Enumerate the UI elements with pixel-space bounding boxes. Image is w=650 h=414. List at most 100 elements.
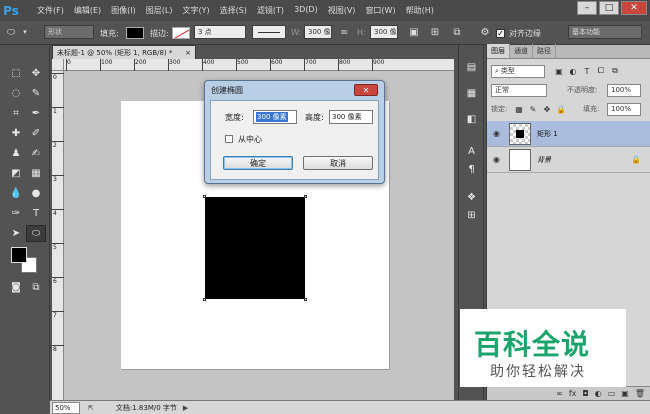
ellipse-tool-icon[interactable]: ⬭	[26, 225, 46, 242]
menu-layer[interactable]: 图层(L)	[141, 5, 178, 16]
stroke-type-select[interactable]	[252, 25, 286, 39]
foreground-color-swatch[interactable]	[11, 247, 27, 263]
vertical-ruler[interactable]: 0 1 2 3 4 5 6 7 8	[52, 71, 64, 400]
blend-mode-select[interactable]: 正常	[491, 83, 547, 97]
move-tool-icon[interactable]: ✥	[26, 65, 46, 82]
zoom-input[interactable]: 50%	[52, 401, 80, 414]
close-button[interactable]: ✕	[621, 1, 647, 15]
lock-pixels-icon[interactable]: ✎	[527, 103, 539, 115]
lock-position-icon[interactable]: ✥	[541, 103, 553, 115]
lock-all-icon[interactable]: 🔒	[555, 103, 567, 115]
fill-input[interactable]: 100%	[607, 102, 641, 116]
lock-transparent-icon[interactable]: ▦	[513, 103, 525, 115]
layer-style-icon[interactable]: fx	[569, 389, 577, 398]
path-selection-tool-icon[interactable]: ➤	[6, 225, 26, 242]
layer-row[interactable]: ◉ 背景 🔒	[487, 147, 650, 173]
tool-mode-select[interactable]: 形状	[44, 25, 94, 39]
maximize-button[interactable]: □	[599, 1, 619, 15]
smart-object-filter-icon[interactable]: ⧉	[609, 65, 621, 77]
path-alignment-icon[interactable]: ⊞	[428, 25, 442, 39]
horizontal-ruler[interactable]: 0 100 200 300 400 500 600 700 800 900	[64, 59, 454, 71]
ok-button[interactable]: 确定	[223, 156, 293, 170]
minimize-button[interactable]: –	[577, 1, 597, 15]
ellipse-tool-preset-icon[interactable]: ⬭	[4, 25, 18, 39]
opacity-input[interactable]: 100%	[607, 83, 641, 97]
height-input[interactable]: 300 像	[370, 25, 398, 39]
new-layer-icon[interactable]: ▣	[621, 389, 629, 398]
character-panel-icon[interactable]: A	[463, 143, 480, 159]
width-input[interactable]: 300 像	[304, 25, 332, 39]
from-center-checkbox[interactable]	[225, 135, 233, 143]
adjustment-filter-icon[interactable]: ◐	[567, 65, 579, 77]
menu-window[interactable]: 窗口(W)	[360, 5, 400, 16]
new-group-icon[interactable]: ▭	[608, 389, 616, 398]
quick-mask-icon[interactable]: ◙	[6, 279, 26, 296]
delete-layer-icon[interactable]: 🗑	[635, 389, 645, 398]
pen-tool-icon[interactable]: ✑	[6, 205, 26, 222]
workspace-select[interactable]: 基本功能	[568, 25, 642, 39]
history-brush-tool-icon[interactable]: ✍	[26, 145, 46, 162]
link-layers-icon[interactable]: ∞	[556, 389, 563, 398]
cancel-button[interactable]: 取消	[303, 156, 373, 170]
screen-mode-icon[interactable]: ⧉	[26, 279, 46, 296]
menu-select[interactable]: 选择(S)	[215, 5, 252, 16]
eyedropper-tool-icon[interactable]: ✒	[26, 105, 46, 122]
healing-brush-tool-icon[interactable]: ✚	[6, 125, 26, 142]
status-menu-arrow[interactable]: ▶	[183, 404, 188, 412]
tab-channels[interactable]: 通道	[510, 44, 533, 58]
eye-icon[interactable]: ◉	[493, 129, 503, 138]
transform-handle[interactable]	[304, 195, 307, 198]
pixel-filter-icon[interactable]: ▣	[553, 65, 565, 77]
shape-filter-icon[interactable]: ⧠	[595, 65, 607, 77]
path-operations-icon[interactable]: ▣	[407, 25, 421, 39]
crop-tool-icon[interactable]: ⌗	[6, 105, 26, 122]
paragraph-panel-icon[interactable]: ¶	[463, 161, 480, 177]
history-panel-icon[interactable]: ▤	[463, 59, 480, 75]
menu-filter[interactable]: 滤镜(T)	[252, 5, 289, 16]
menu-view[interactable]: 视图(V)	[323, 5, 361, 16]
export-icon[interactable]: ⇱	[88, 404, 94, 412]
type-filter-icon[interactable]: T	[581, 65, 593, 77]
gradient-tool-icon[interactable]: ▦	[26, 165, 46, 182]
fill-color-swatch[interactable]	[126, 27, 144, 39]
menu-type[interactable]: 文字(Y)	[177, 5, 214, 16]
grid-panel-icon[interactable]: ⊞	[463, 207, 480, 223]
adjustment-layer-icon[interactable]: ◐	[595, 389, 602, 398]
height-field[interactable]: 300 像素	[329, 110, 373, 124]
transform-handle[interactable]	[203, 195, 206, 198]
menu-3d[interactable]: 3D(D)	[289, 5, 323, 16]
marquee-tool-icon[interactable]: ⬚	[6, 65, 26, 82]
transform-handle[interactable]	[203, 298, 206, 301]
close-tab-icon[interactable]: ×	[185, 49, 195, 57]
type-tool-icon[interactable]: T	[26, 205, 46, 222]
ruler-origin[interactable]	[52, 59, 64, 71]
layer-filter-select[interactable]: ⌕ 类型	[491, 64, 545, 78]
path-arrangement-icon[interactable]: ⧉	[450, 25, 464, 39]
dialog-close-button[interactable]: ✕	[354, 84, 378, 96]
gear-icon[interactable]: ⚙	[478, 25, 492, 39]
swatches-panel-icon[interactable]: ▦	[463, 85, 480, 101]
menu-file[interactable]: 文件(F)	[32, 5, 69, 16]
dodge-tool-icon[interactable]: ●	[26, 185, 46, 202]
eye-icon[interactable]: ◉	[493, 155, 503, 164]
align-edges-checkbox[interactable]: ✓	[496, 29, 505, 38]
brush-tool-icon[interactable]: ✐	[26, 125, 46, 142]
menu-edit[interactable]: 编辑(E)	[69, 5, 106, 16]
quick-select-tool-icon[interactable]: ✎	[26, 85, 46, 102]
clone-stamp-tool-icon[interactable]: ♟	[6, 145, 26, 162]
rectangle-shape[interactable]	[203, 195, 307, 301]
link-icon[interactable]: ∞	[337, 25, 351, 39]
blur-tool-icon[interactable]: 💧	[6, 185, 26, 202]
layer-row[interactable]: ◉ 矩形 1	[487, 121, 650, 147]
adjustments-panel-icon[interactable]: ◧	[463, 111, 480, 127]
stroke-color-swatch[interactable]	[172, 27, 190, 39]
tab-paths[interactable]: 路径	[533, 44, 556, 58]
transform-handle[interactable]	[304, 298, 307, 301]
document-tab[interactable]: 未标题-1 @ 50% (矩形 1, RGB/8) * ×	[52, 45, 196, 59]
3d-panel-icon[interactable]: ❖	[463, 189, 480, 205]
layer-mask-icon[interactable]: ◘	[582, 389, 588, 398]
width-field[interactable]: 300 像素	[253, 110, 297, 124]
menu-help[interactable]: 帮助(H)	[401, 5, 439, 16]
tab-layers[interactable]: 图层	[487, 44, 510, 58]
eraser-tool-icon[interactable]: ◩	[6, 165, 26, 182]
